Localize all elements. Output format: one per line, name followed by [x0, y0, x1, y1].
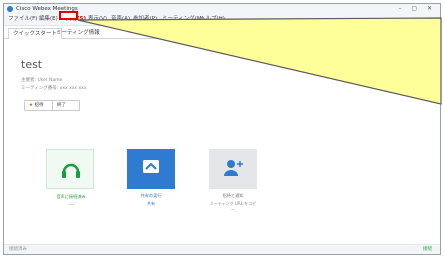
invite-tile[interactable]: 招待と通知 ミーティング URL をコピー [209, 149, 257, 212]
notes-icon[interactable] [374, 26, 381, 33]
status-right: 接続 [423, 247, 432, 252]
share-menu-highlight [59, 11, 78, 20]
share-tile[interactable]: 共有の実行 共有 [127, 149, 175, 206]
add-user-icon [224, 160, 243, 176]
app-window: Cisco Webex Meetings – ▢ ✕ ファイル(F) 編集(E)… [3, 3, 441, 255]
menu-edit[interactable]: 編集(E) [39, 14, 58, 25]
participants-icon[interactable] [302, 26, 309, 33]
invite-button[interactable]: ★ 招待 [24, 100, 54, 111]
headset-icon [62, 163, 80, 178]
menu-participants[interactable]: 参加者(P) [133, 14, 157, 25]
share-icon [143, 160, 159, 173]
share-tile-label: 共有の実行 [140, 193, 162, 198]
star-icon: ★ [29, 103, 34, 108]
status-left: 接続済み [9, 247, 27, 252]
audio-tile-label: 音声に接続済み [56, 194, 86, 199]
end-button[interactable]: 終了 [52, 100, 80, 111]
more-icon[interactable] [409, 26, 416, 33]
host-info: 主催者: User Name [21, 78, 63, 83]
meeting-title: test [21, 58, 43, 71]
invite-label: 招待 [34, 103, 44, 108]
menu-meeting[interactable]: ミーティング(M) [162, 14, 204, 25]
window-controls[interactable]: – ▢ ✕ [398, 4, 436, 14]
chat-icon[interactable] [339, 26, 346, 33]
audio-tile-sub: ----- [67, 202, 75, 207]
audio-tile[interactable]: 音声に接続済み ----- [46, 149, 94, 207]
app-logo-icon [7, 6, 13, 12]
meeting-number: ミーティング番号: xxx xxx xxx [21, 86, 87, 91]
menu-file[interactable]: ファイル(F) [8, 14, 37, 25]
menu-help[interactable]: ヘルプ(H) [200, 14, 225, 25]
invite-tile-sub: ミーティング URL をコピー [209, 201, 257, 212]
tab-meeting-info[interactable]: ミーティング情報 [52, 28, 104, 38]
status-bar: 接続済み 接続 [4, 244, 440, 254]
share-tile-sub: 共有 [147, 201, 155, 206]
menu-audio[interactable]: 音声(A) [111, 14, 130, 25]
menu-view[interactable]: 表示(V) [88, 14, 107, 25]
invite-tile-label: 招待と通知 [222, 193, 244, 198]
